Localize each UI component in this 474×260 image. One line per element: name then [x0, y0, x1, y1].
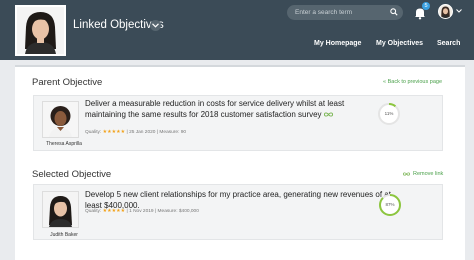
back-to-previous-link[interactable]: « Back to previous page [383, 79, 442, 85]
chevron-down-icon [152, 23, 159, 28]
profile-photo [15, 5, 66, 56]
search-icon[interactable] [390, 8, 398, 16]
nav-my-objectives[interactable]: My Objectives [376, 40, 423, 47]
notification-badge: 5 [422, 2, 430, 10]
objective-text[interactable]: Deliver a measurable reduction in costs … [85, 98, 385, 120]
selected-objective-heading: Selected Objective [32, 169, 112, 180]
progress-label: 11% [384, 111, 394, 116]
person-photo [42, 191, 79, 228]
nav-search[interactable]: Search [437, 40, 460, 47]
objective-meta: Quality: ★★★★★ | 25 Jan 2020 | Measure: … [85, 130, 187, 135]
nav-my-homepage[interactable]: My Homepage [314, 40, 361, 47]
progress-ring: 87% [378, 193, 402, 217]
remove-link[interactable]: Remove link [413, 171, 443, 177]
progress-ring: 11% [377, 102, 401, 126]
chevron-down-icon[interactable] [456, 9, 462, 13]
avatar[interactable] [438, 4, 453, 19]
progress-label: 87% [385, 202, 395, 207]
title-dropdown[interactable] [150, 20, 161, 31]
parent-objective-heading: Parent Objective [32, 77, 103, 88]
person-photo [42, 101, 79, 138]
top-bar: Linked Objectives 5 My Homepage My Objec… [0, 0, 474, 60]
person-name: Judith Baker [50, 232, 78, 238]
objective-meta: Quality: ★★★★★ | 1 Nov 2019 | Measure: $… [85, 209, 199, 214]
selected-objective-card[interactable]: Judith Baker Develop 5 new client relati… [33, 184, 443, 240]
parent-objective-card[interactable]: Theresa Asprilla Deliver a measurable re… [33, 95, 443, 151]
infinity-icon [323, 112, 333, 117]
search-input[interactable] [295, 5, 383, 20]
search-box [287, 5, 403, 20]
quality-stars: ★★★★★ [102, 130, 126, 135]
person-name: Theresa Asprilla [46, 141, 82, 147]
quality-stars: ★★★★★ [102, 209, 126, 214]
objective-text[interactable]: Develop 5 new client relationships for m… [85, 189, 405, 211]
link-icon [403, 172, 410, 176]
